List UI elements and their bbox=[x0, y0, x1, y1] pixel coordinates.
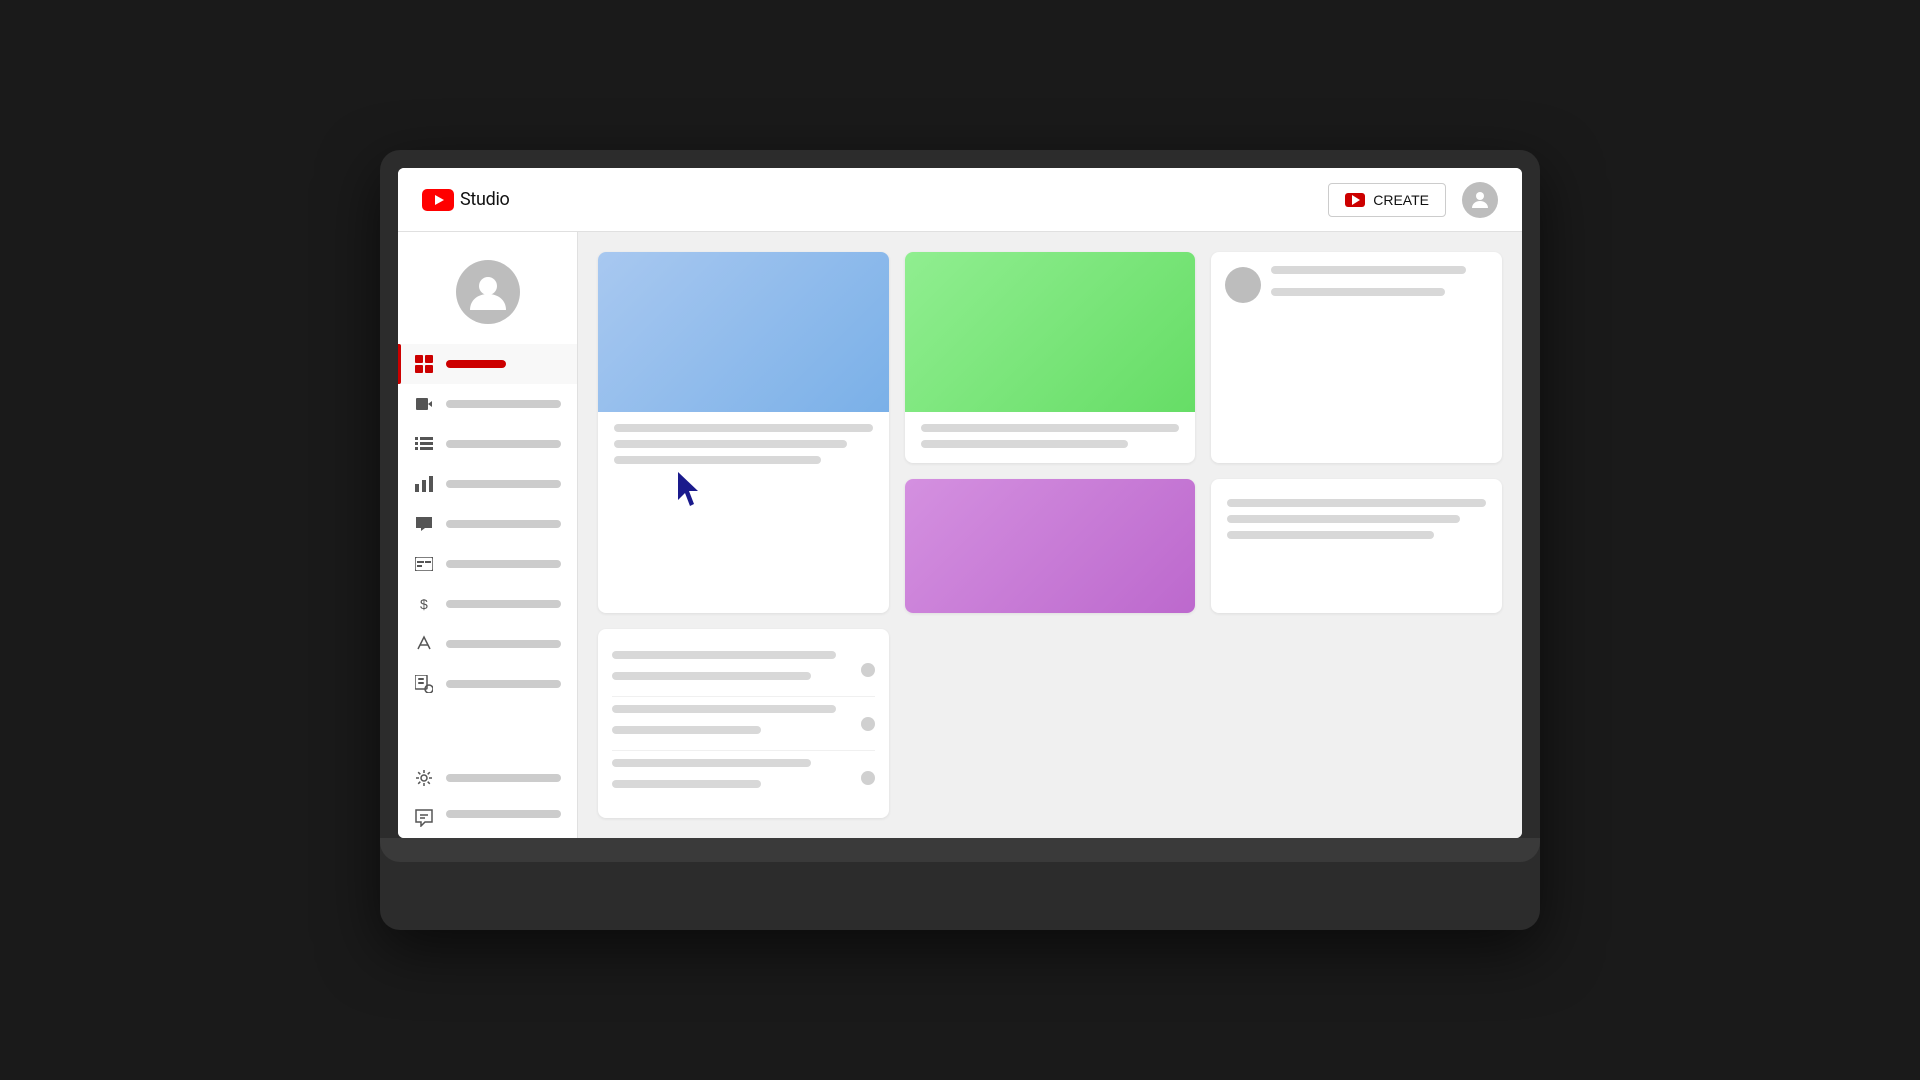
right-card-header bbox=[1225, 266, 1488, 304]
card-1-thumbnail bbox=[598, 252, 889, 412]
brush-icon bbox=[414, 634, 434, 654]
youtube-logo: Studio bbox=[422, 189, 510, 211]
row-dot-1 bbox=[861, 663, 875, 677]
sidebar-playlists-label bbox=[446, 440, 561, 448]
row-dot-2 bbox=[861, 717, 875, 731]
skeleton-line bbox=[921, 440, 1128, 448]
skeleton-line bbox=[614, 456, 821, 464]
card-4 bbox=[1211, 479, 1502, 614]
card-2 bbox=[905, 252, 1196, 463]
create-button-icon bbox=[1345, 193, 1365, 207]
feedback-icon bbox=[414, 808, 434, 828]
skeleton-line bbox=[612, 780, 761, 788]
audio-icon bbox=[414, 674, 434, 694]
row-lines-3 bbox=[612, 759, 861, 796]
studio-label: Studio bbox=[460, 189, 510, 210]
laptop-frame: Studio CREATE bbox=[380, 150, 1540, 930]
skeleton-line bbox=[1271, 266, 1466, 274]
skeleton-line bbox=[921, 424, 1180, 432]
sidebar-item-analytics[interactable] bbox=[398, 464, 577, 504]
grid-icon bbox=[414, 354, 434, 374]
skeleton-line bbox=[612, 651, 836, 659]
sidebar-analytics-label bbox=[446, 480, 561, 488]
card-4-body bbox=[1211, 479, 1502, 559]
sidebar: $ bbox=[398, 232, 578, 838]
sidebar-customization-label bbox=[446, 640, 561, 648]
laptop-base bbox=[380, 838, 1540, 862]
list-icon bbox=[414, 434, 434, 454]
sidebar-content-label bbox=[446, 400, 561, 408]
subtitles-icon bbox=[414, 554, 434, 574]
skeleton-line bbox=[612, 759, 811, 767]
video-icon bbox=[414, 394, 434, 414]
content-area bbox=[578, 232, 1522, 838]
right-card-title-bar bbox=[1271, 266, 1488, 304]
skeleton-line bbox=[1271, 288, 1444, 296]
right-card-avatar bbox=[1225, 267, 1261, 303]
skeleton-line bbox=[612, 705, 836, 713]
create-button[interactable]: CREATE bbox=[1328, 183, 1446, 217]
right-panel-card-top bbox=[1211, 252, 1502, 463]
sidebar-item-comments[interactable] bbox=[398, 504, 577, 544]
right-card-row-3 bbox=[612, 751, 875, 804]
header-right: CREATE bbox=[1328, 182, 1498, 218]
user-avatar[interactable] bbox=[1462, 182, 1498, 218]
header-left: Studio bbox=[422, 189, 510, 211]
card-1 bbox=[598, 252, 889, 613]
sidebar-item-settings[interactable] bbox=[398, 758, 577, 798]
dollar-icon: $ bbox=[414, 594, 434, 614]
svg-text:$: $ bbox=[420, 596, 428, 612]
sidebar-item-monetization[interactable]: $ bbox=[398, 584, 577, 624]
sidebar-dashboard-label bbox=[446, 360, 506, 368]
sidebar-settings-label bbox=[446, 774, 561, 782]
right-card-row-1 bbox=[612, 643, 875, 697]
bar-chart-icon bbox=[414, 474, 434, 494]
avatar-icon bbox=[1468, 188, 1492, 212]
skeleton-line bbox=[1227, 515, 1460, 523]
skeleton-line bbox=[614, 440, 847, 448]
skeleton-line bbox=[614, 424, 873, 432]
right-card-row-2 bbox=[612, 697, 875, 751]
card-1-body bbox=[598, 412, 889, 484]
row-lines-2 bbox=[612, 705, 861, 742]
screen: Studio CREATE bbox=[398, 168, 1522, 838]
sidebar-avatar-icon bbox=[464, 268, 512, 316]
skeleton-line bbox=[1227, 499, 1486, 507]
sidebar-feedback-label bbox=[446, 810, 561, 818]
right-panel-card-list bbox=[598, 629, 889, 818]
row-lines-1 bbox=[612, 651, 861, 688]
gear-icon bbox=[414, 768, 434, 788]
skeleton-line bbox=[1227, 531, 1434, 539]
sidebar-audio-label bbox=[446, 680, 561, 688]
sidebar-item-dashboard[interactable] bbox=[398, 344, 577, 384]
header: Studio CREATE bbox=[398, 168, 1522, 232]
main-layout: $ bbox=[398, 232, 1522, 838]
sidebar-subtitles-label bbox=[446, 560, 561, 568]
sidebar-item-content[interactable] bbox=[398, 384, 577, 424]
skeleton-line bbox=[612, 672, 811, 680]
youtube-icon bbox=[422, 189, 454, 211]
sidebar-item-audio[interactable] bbox=[398, 664, 577, 704]
sidebar-user-avatar[interactable] bbox=[398, 244, 577, 344]
sidebar-item-customization[interactable] bbox=[398, 624, 577, 664]
sidebar-item-feedback[interactable] bbox=[398, 798, 577, 838]
card-3 bbox=[905, 479, 1196, 614]
comment-icon bbox=[414, 514, 434, 534]
skeleton-line bbox=[612, 726, 761, 734]
sidebar-item-playlists[interactable] bbox=[398, 424, 577, 464]
card-2-body bbox=[905, 412, 1196, 463]
sidebar-comments-label bbox=[446, 520, 561, 528]
card-2-thumbnail bbox=[905, 252, 1196, 412]
row-dot-3 bbox=[861, 771, 875, 785]
sidebar-item-subtitles[interactable] bbox=[398, 544, 577, 584]
card-3-thumbnail bbox=[905, 479, 1196, 614]
sidebar-avatar-circle bbox=[456, 260, 520, 324]
sidebar-monetization-label bbox=[446, 600, 561, 608]
create-button-label: CREATE bbox=[1373, 192, 1429, 208]
